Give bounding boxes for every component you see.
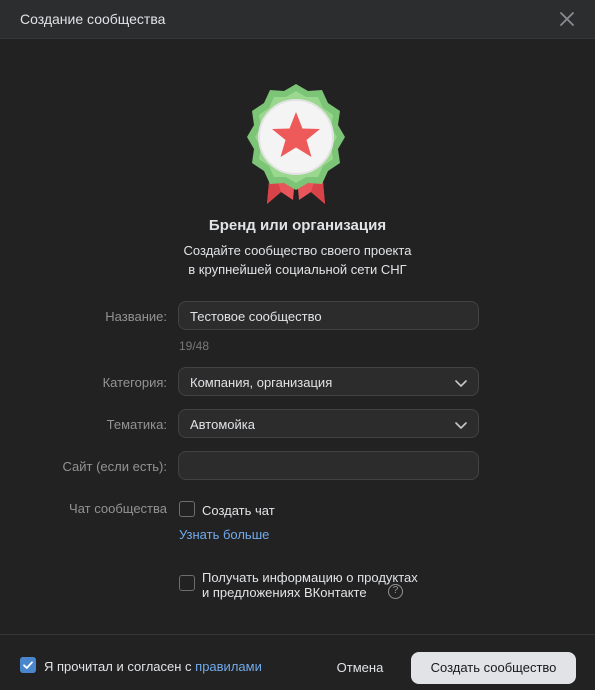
hero-subtitle-line1: Создайте сообщество своего проекта <box>183 243 412 258</box>
create-chat-checkbox[interactable] <box>179 501 195 517</box>
help-icon[interactable]: ? <box>388 584 403 599</box>
learn-more-link[interactable]: Узнать больше <box>179 527 269 542</box>
category-select-value: Компания, организация <box>190 375 333 390</box>
hero-subtitle: Создайте сообщество своего проекта в кру… <box>0 241 595 279</box>
site-label: Сайт (если есть): <box>62 459 167 474</box>
modal-title: Создание сообщества <box>20 11 166 27</box>
chevron-down-icon <box>455 380 467 387</box>
create-community-button[interactable]: Создать сообщество <box>411 652 576 684</box>
news-subscription-line1: Получать информацию о продуктах <box>202 570 418 585</box>
news-subscription-checkbox[interactable] <box>179 575 195 591</box>
agree-checkbox[interactable] <box>20 657 36 673</box>
create-chat-label: Создать чат <box>202 503 275 518</box>
topic-select[interactable]: Автомойка <box>178 409 479 438</box>
name-label: Название: <box>105 309 167 324</box>
modal-footer: Я прочитал и согласен с правилами Отмена… <box>0 634 595 690</box>
category-select[interactable]: Компания, организация <box>178 367 479 396</box>
news-subscription-line2: и предложениях ВКонтакте <box>202 585 367 600</box>
topic-select-value: Автомойка <box>190 417 255 432</box>
agree-prefix: Я прочитал и согласен с <box>44 659 192 674</box>
name-counter: 19/48 <box>179 339 210 353</box>
hero-subtitle-line2: в крупнейшей социальной сети СНГ <box>188 262 407 277</box>
cancel-button[interactable]: Отмена <box>324 652 396 684</box>
category-label: Категория: <box>102 375 167 390</box>
modal-header: Создание сообщества <box>0 0 595 39</box>
name-input-value: Тестовое сообщество <box>190 309 322 324</box>
site-input[interactable] <box>178 451 479 480</box>
rules-link[interactable]: правилами <box>195 659 262 674</box>
chat-label: Чат сообщества <box>69 501 167 516</box>
close-icon[interactable] <box>557 9 577 29</box>
name-input[interactable]: Тестовое сообщество <box>178 301 479 330</box>
badge-icon <box>247 84 345 204</box>
create-community-modal: Создание сообщества Бренд или организаци… <box>0 0 595 690</box>
hero-title: Бренд или организация <box>208 217 387 234</box>
topic-label: Тематика: <box>106 417 167 432</box>
agree-text: Я прочитал и согласен с правилами <box>44 659 262 674</box>
chevron-down-icon <box>455 422 467 429</box>
